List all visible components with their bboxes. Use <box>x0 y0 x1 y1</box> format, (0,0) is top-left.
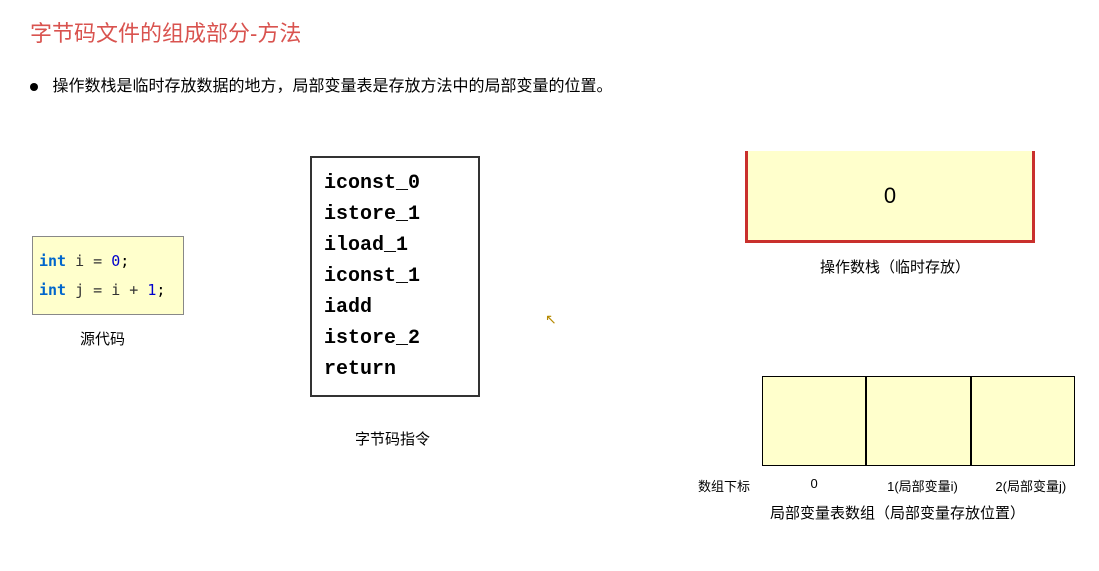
local-var-cell-1 <box>865 377 969 465</box>
semicolon: ; <box>156 281 165 299</box>
bytecode-line: iadd <box>324 292 466 323</box>
operand-stack-value: 0 <box>884 183 896 209</box>
code-text: i = <box>66 252 111 270</box>
bullet-icon <box>30 83 38 91</box>
source-line-2: int j = i + 1; <box>39 276 177 305</box>
index-label: 数组下标 <box>665 476 760 495</box>
bytecode-line: iconst_1 <box>324 261 466 292</box>
bytecode-line: iconst_0 <box>324 168 466 199</box>
operand-stack-label: 操作数栈（临时存放） <box>820 256 970 277</box>
bytecode-box: iconst_0 istore_1 iload_1 iconst_1 iadd … <box>310 156 480 397</box>
number-literal: 0 <box>111 252 120 270</box>
bytecode-line: return <box>324 354 466 385</box>
local-var-cell-0 <box>763 377 865 465</box>
index-cell: 0 <box>760 476 868 495</box>
semicolon: ; <box>120 252 129 270</box>
index-row: 数组下标 0 1(局部变量i) 2(局部变量j) <box>665 476 1085 495</box>
bullet-text: 操作数栈是临时存放数据的地方，局部变量表是存放方法中的局部变量的位置。 <box>52 78 612 95</box>
keyword: int <box>39 252 66 270</box>
bytecode-label: 字节码指令 <box>355 428 430 449</box>
source-code-label: 源代码 <box>80 328 125 349</box>
index-cell: 1(局部变量i) <box>868 476 976 495</box>
local-var-table <box>762 376 1075 466</box>
bullet-line: 操作数栈是临时存放数据的地方，局部变量表是存放方法中的局部变量的位置。 <box>0 48 1099 96</box>
local-var-table-label: 局部变量表数组（局部变量存放位置） <box>770 502 1025 523</box>
code-text: j = i + <box>66 281 147 299</box>
source-line-1: int i = 0; <box>39 247 177 276</box>
page-title: 字节码文件的组成部分-方法 <box>0 0 1099 48</box>
diagram-area: int i = 0; int j = i + 1; 源代码 iconst_0 i… <box>0 126 1099 566</box>
index-cell: 2(局部变量j) <box>977 476 1085 495</box>
local-var-cell-2 <box>970 377 1074 465</box>
bytecode-line: istore_1 <box>324 199 466 230</box>
operand-stack-box: 0 <box>745 151 1035 243</box>
source-code-box: int i = 0; int j = i + 1; <box>32 236 184 315</box>
bytecode-line: istore_2 <box>324 323 466 354</box>
cursor-icon: ↖ <box>545 311 557 328</box>
keyword: int <box>39 281 66 299</box>
bytecode-line: iload_1 <box>324 230 466 261</box>
